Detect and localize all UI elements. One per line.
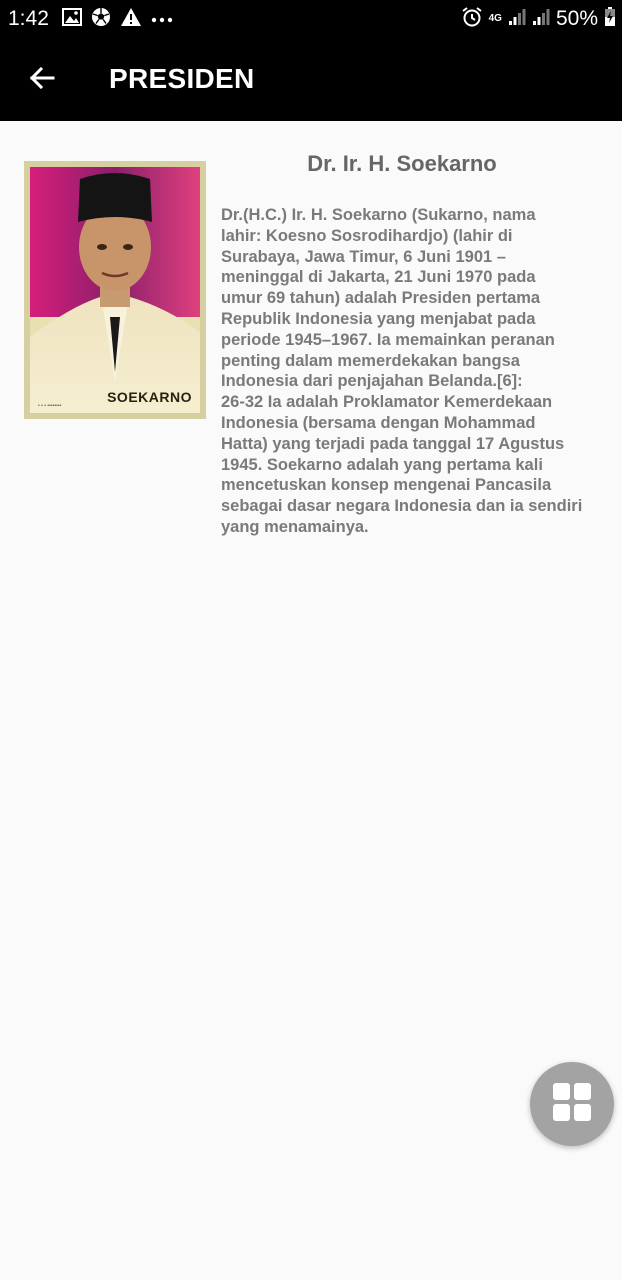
- notification-icons: [62, 7, 173, 32]
- signal-icon: [532, 8, 550, 31]
- signal-icon: [508, 8, 526, 31]
- grid-icon: [552, 1082, 592, 1127]
- president-bio: Dr.(H.C.) Ir. H. Soekarno (Sukarno, nama…: [221, 206, 583, 536]
- portrait-image: • • • •••••••• SOEKARNO: [30, 167, 200, 413]
- network-type: 4G: [488, 13, 502, 24]
- more-dots-icon: [151, 10, 173, 28]
- status-time: 1:42: [8, 7, 49, 30]
- svg-text:• • • ••••••••: • • • ••••••••: [38, 403, 62, 409]
- arrow-back-icon: [29, 66, 55, 95]
- warning-icon: [120, 7, 142, 32]
- president-portrait: • • • •••••••• SOEKARNO: [24, 161, 206, 419]
- battery-percentage: 50%: [555, 7, 598, 30]
- page-title: PRESIDEN: [109, 63, 255, 94]
- status-bar: 1:42 4G 50%: [0, 0, 622, 38]
- image-icon: [62, 7, 82, 31]
- back-button[interactable]: [22, 60, 62, 100]
- system-icons: 4G 50%: [461, 6, 616, 32]
- content-area: • • • •••••••• SOEKARNO Dr. Ir. H. Soeka…: [0, 121, 622, 1280]
- battery-charging-icon: [604, 6, 616, 32]
- president-name: Dr. Ir. H. Soekarno: [307, 151, 497, 176]
- app-bar: PRESIDEN: [0, 38, 622, 121]
- soccer-ball-icon: [91, 7, 111, 32]
- alarm-icon: [461, 6, 483, 33]
- portrait-caption: SOEKARNO: [107, 389, 192, 405]
- grid-menu-button[interactable]: [530, 1062, 614, 1146]
